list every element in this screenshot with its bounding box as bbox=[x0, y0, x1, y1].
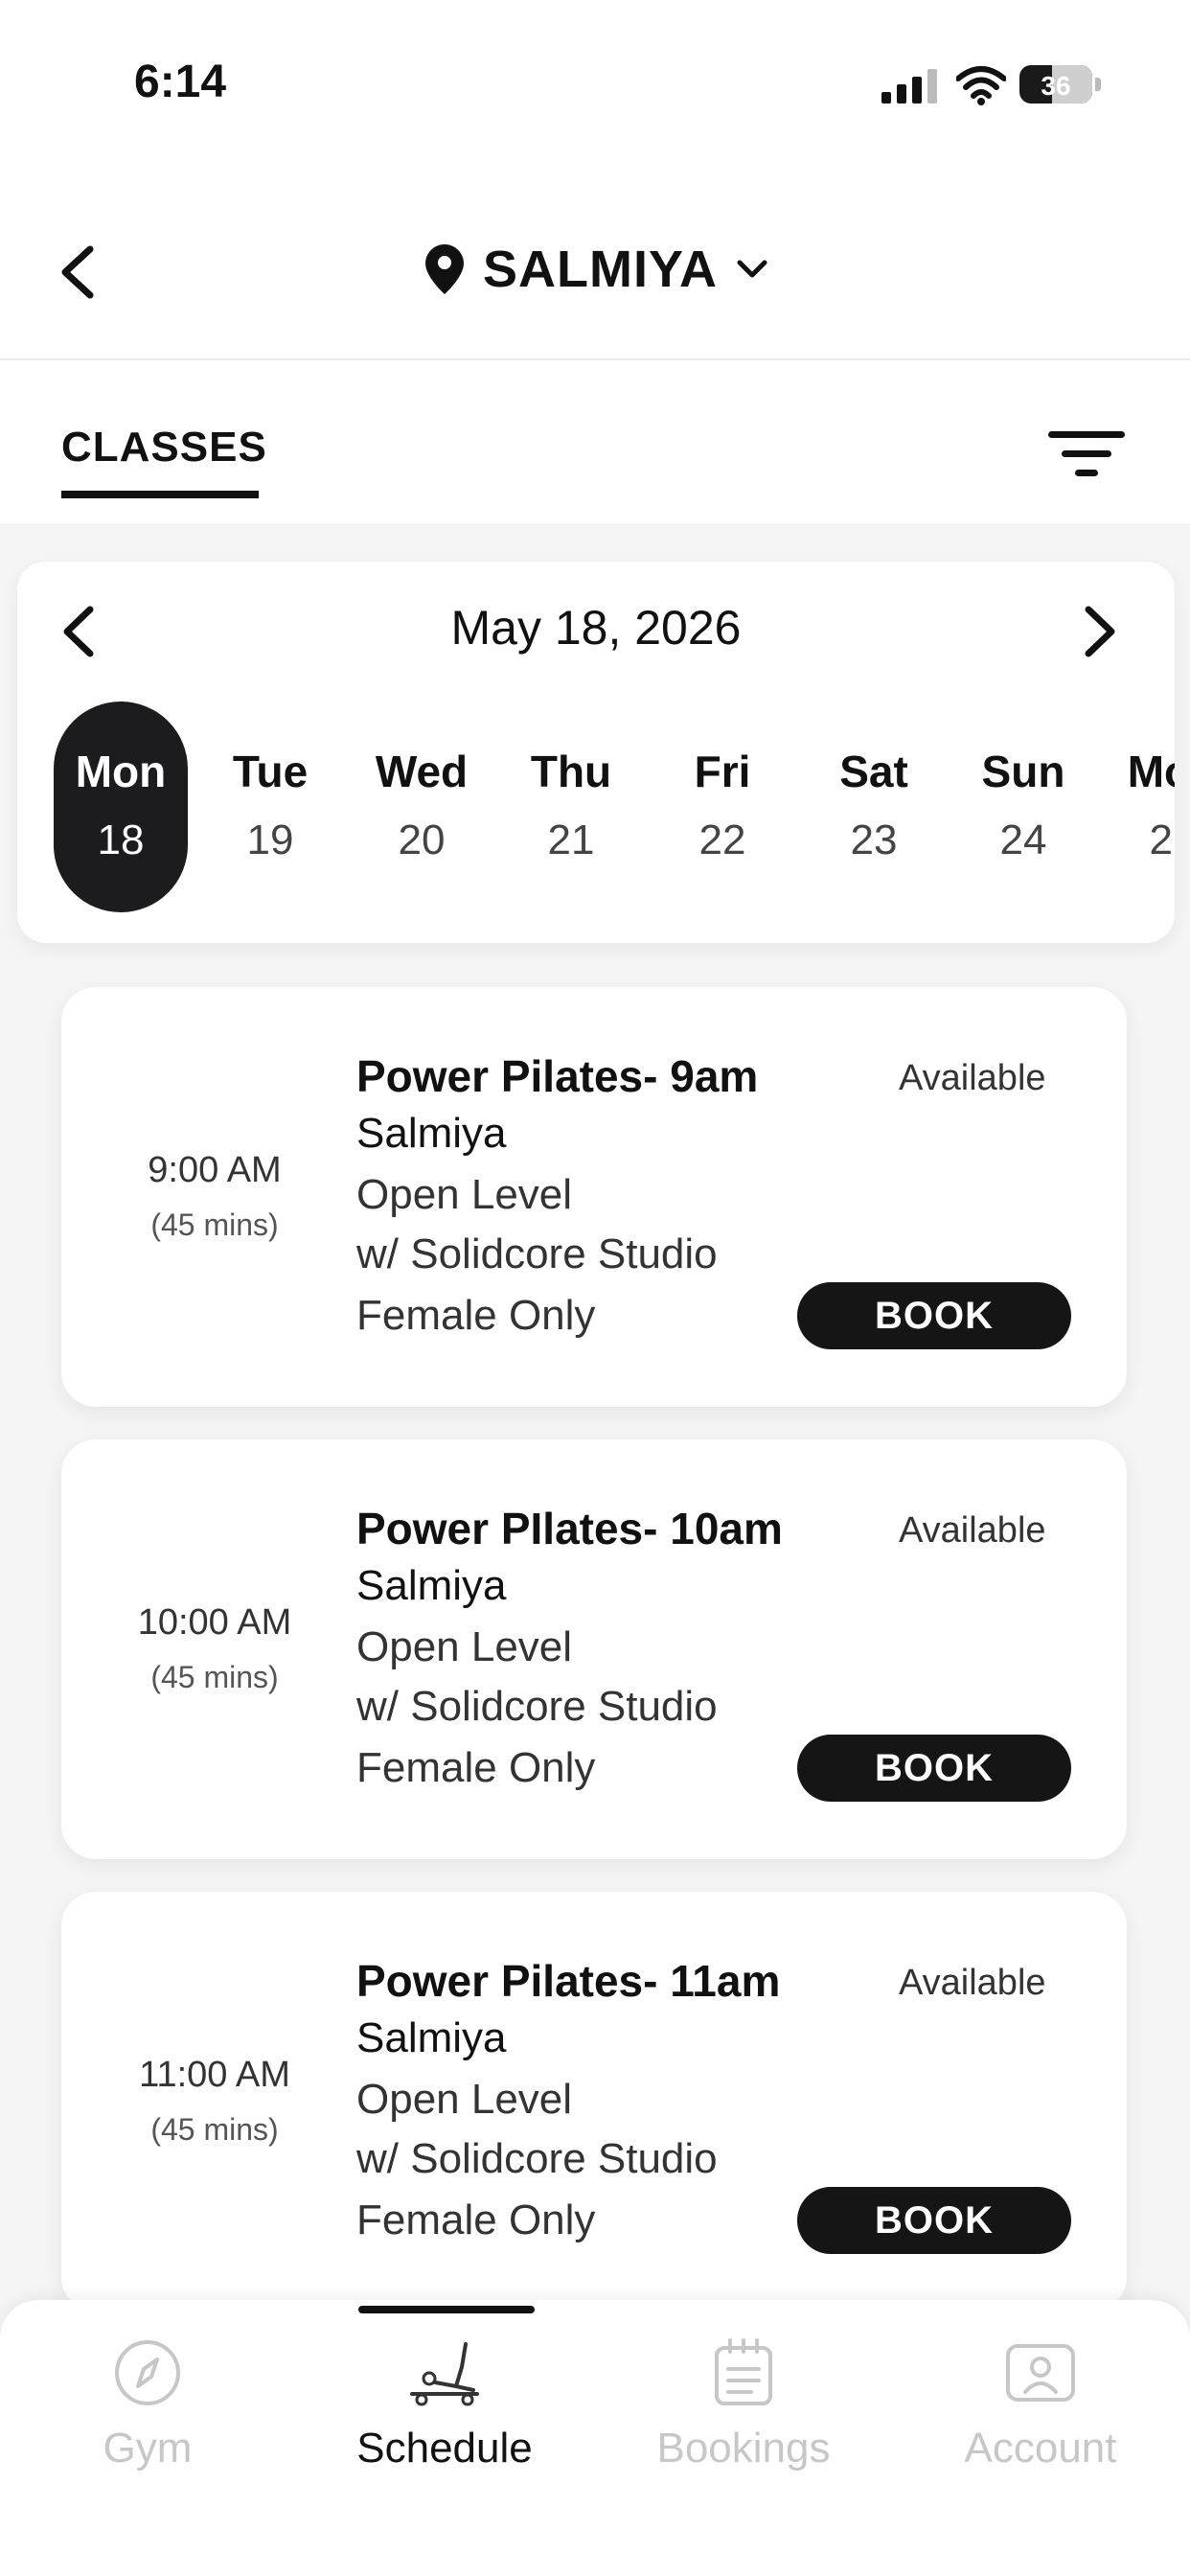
class-level: Open Level bbox=[356, 2076, 573, 2123]
location-pin-icon bbox=[425, 244, 464, 294]
class-location: Salmiya bbox=[356, 2014, 507, 2061]
day-thu-21[interactable]: Thu 21 bbox=[504, 702, 638, 912]
day-wed-20[interactable]: Wed 20 bbox=[355, 702, 489, 912]
availability-status: Available bbox=[899, 1510, 1046, 1551]
availability-status: Available bbox=[899, 1963, 1046, 2003]
notepad-icon bbox=[715, 2338, 772, 2405]
nav-schedule[interactable]: Schedule bbox=[301, 2338, 588, 2472]
nav-gym[interactable]: Gym bbox=[4, 2338, 291, 2472]
filter-icon[interactable] bbox=[1048, 429, 1125, 479]
class-gender: Female Only bbox=[356, 1744, 596, 1791]
class-studio: w/ Solidcore Studio bbox=[356, 1230, 718, 1277]
day-mon-18[interactable]: Mon 18 bbox=[54, 702, 188, 912]
class-duration: (45 mins) bbox=[150, 1660, 279, 1694]
tab-classes[interactable]: CLASSES bbox=[61, 424, 267, 472]
book-button[interactable]: BOOK bbox=[797, 1282, 1071, 1349]
book-button[interactable]: BOOK bbox=[797, 1735, 1071, 1802]
nav-active-indicator bbox=[358, 2306, 535, 2313]
next-week-button[interactable] bbox=[1081, 606, 1119, 657]
location-name: SALMIYA bbox=[483, 241, 719, 298]
chevron-down-icon bbox=[737, 260, 767, 278]
class-studio: w/ Solidcore Studio bbox=[356, 2135, 718, 2182]
class-name: Power Pilates- 9am bbox=[356, 1051, 759, 1101]
availability-status: Available bbox=[899, 1058, 1046, 1098]
class-gender: Female Only bbox=[356, 1292, 596, 1339]
pilates-reformer-icon bbox=[410, 2342, 479, 2406]
class-duration: (45 mins) bbox=[150, 2112, 279, 2147]
day-strip: Mon 18 Tue 19 Wed 20 Thu 21 Fri 22 Sat 2… bbox=[17, 702, 1175, 912]
day-sun-24[interactable]: Sun 24 bbox=[956, 702, 1090, 912]
nav-account[interactable]: Account bbox=[897, 2338, 1184, 2472]
class-time: 10:00 AM bbox=[137, 1602, 292, 1643]
class-location: Salmiya bbox=[356, 1110, 507, 1157]
day-sat-23[interactable]: Sat 23 bbox=[807, 702, 941, 912]
signal-icon bbox=[881, 69, 937, 104]
day-fri-22[interactable]: Fri 22 bbox=[655, 702, 790, 912]
header: SALMIYA bbox=[0, 172, 1190, 361]
date-picker: May 18, 2026 Mon 18 Tue 19 Wed 20 Thu 21… bbox=[17, 562, 1175, 943]
class-duration: (45 mins) bbox=[150, 1208, 279, 1242]
tab-underline bbox=[61, 491, 259, 498]
bottom-nav: Gym Schedule Bookings Account bbox=[0, 2300, 1190, 2576]
back-arrow-icon[interactable] bbox=[54, 245, 100, 299]
nav-bookings[interactable]: Bookings bbox=[600, 2338, 887, 2472]
compass-icon bbox=[115, 2340, 180, 2405]
class-name: Power PIlates- 10am bbox=[356, 1504, 783, 1553]
class-gender: Female Only bbox=[356, 2196, 596, 2243]
class-name: Power Pilates- 11am bbox=[356, 1956, 781, 2006]
class-location: Salmiya bbox=[356, 1562, 507, 1609]
class-time: 11:00 AM bbox=[139, 2055, 290, 2095]
class-level: Open Level bbox=[356, 1171, 573, 1218]
battery-icon: 36 bbox=[1019, 65, 1102, 104]
class-card[interactable]: 10:00 AM (45 mins) Power PIlates- 10am S… bbox=[61, 1439, 1127, 1859]
book-button[interactable]: BOOK bbox=[797, 2187, 1071, 2254]
wifi-icon bbox=[956, 66, 1006, 105]
selected-date-label: May 18, 2026 bbox=[450, 601, 742, 655]
location-selector[interactable]: SALMIYA bbox=[425, 240, 767, 299]
class-time: 9:00 AM bbox=[148, 1150, 282, 1190]
class-card[interactable]: 11:00 AM (45 mins) Power Pilates- 11am S… bbox=[61, 1892, 1127, 2312]
class-level: Open Level bbox=[356, 1623, 573, 1670]
status-bar: 6:14 36 bbox=[0, 0, 1190, 172]
day-mon-25[interactable]: Mon 25 bbox=[1106, 702, 1175, 912]
day-tue-19[interactable]: Tue 19 bbox=[203, 702, 337, 912]
id-card-icon bbox=[1006, 2344, 1075, 2402]
status-time: 6:14 bbox=[134, 57, 227, 107]
class-studio: w/ Solidcore Studio bbox=[356, 1683, 718, 1730]
tab-bar: CLASSES bbox=[0, 360, 1190, 523]
class-card[interactable]: 9:00 AM (45 mins) Power Pilates- 9am Sal… bbox=[61, 987, 1127, 1407]
